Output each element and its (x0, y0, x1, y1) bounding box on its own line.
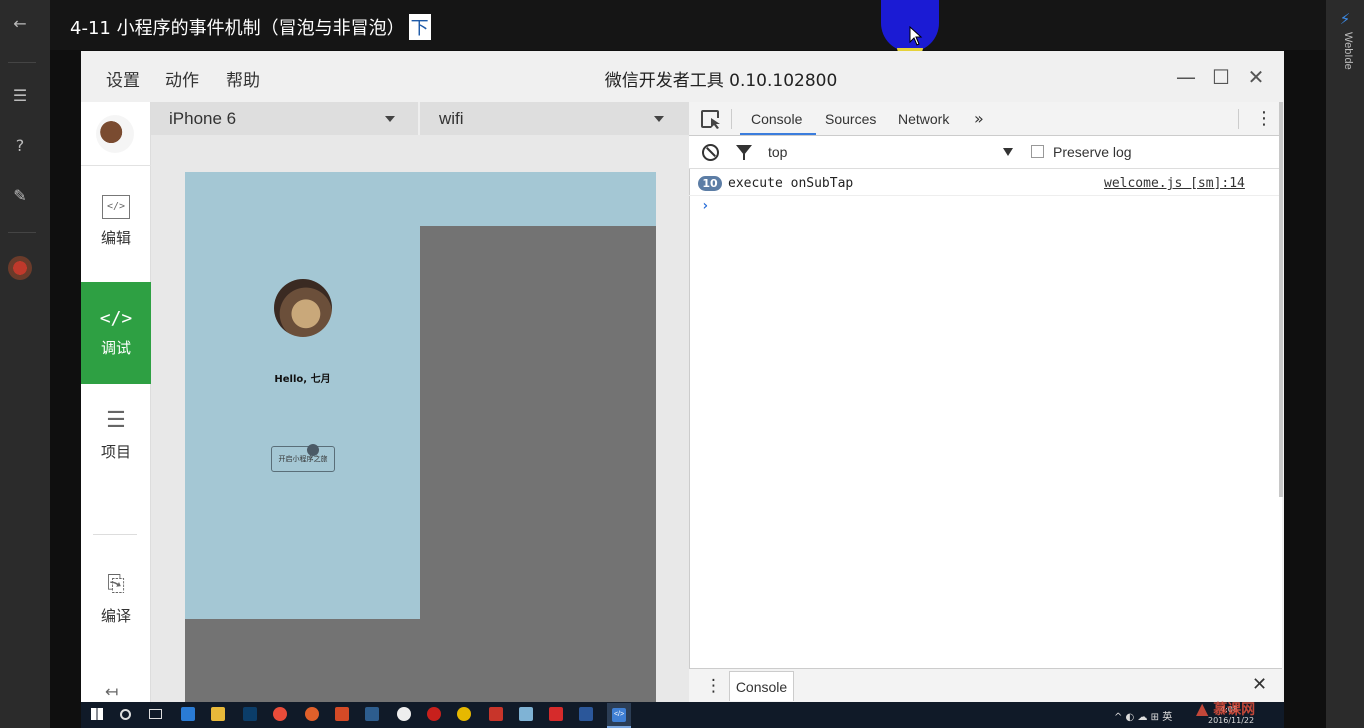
app-title: 微信开发者工具 0.10.102800 (604, 71, 838, 91)
webide-logo-icon[interactable]: ⚡ (1336, 10, 1354, 28)
list-icon: ☰ (106, 408, 126, 433)
windows-taskbar (81, 702, 1284, 728)
help-icon[interactable]: ? (10, 136, 30, 156)
minimize-icon[interactable]: — (1173, 64, 1199, 90)
nav-label-project: 项目 (100, 443, 131, 461)
menu-help[interactable]: 帮助 (226, 66, 260, 91)
recorder-icon[interactable] (427, 707, 441, 721)
video-title: 4-11 小程序的事件机制（冒泡与非冒泡）下 (70, 14, 431, 40)
nav-item-edit[interactable]: </> 编辑 (81, 195, 151, 248)
edge-icon[interactable] (181, 707, 195, 721)
watermark-logo: ▲ 慕课网 (1196, 699, 1278, 721)
code-editor-icon: </> (102, 195, 130, 219)
log-repeat-count-badge: 10 (698, 176, 722, 191)
tab-network[interactable]: Network (898, 111, 949, 127)
preserve-log-checkbox[interactable] (1031, 145, 1044, 158)
preserve-log-label[interactable]: Preserve log (1053, 144, 1132, 160)
edit-icon[interactable]: ✎ (10, 186, 30, 206)
menu-settings[interactable]: 设置 (106, 66, 140, 91)
drawer-tab-console[interactable]: Console (729, 671, 794, 701)
compile-icon: ⎘ (107, 572, 125, 597)
flame-icon: ▲ (1196, 699, 1209, 718)
word-icon[interactable] (579, 707, 593, 721)
filter-icon-stem (743, 154, 745, 160)
active-tab-indicator (740, 133, 816, 135)
log-message: execute onSubTap (728, 176, 854, 191)
context-select[interactable]: top (768, 144, 787, 160)
collapse-icon[interactable]: ↤ (105, 682, 118, 701)
nav-item-project[interactable]: ☰ 项目 (81, 408, 151, 462)
nav-label-edit: 编辑 (100, 229, 131, 247)
nav-divider (81, 165, 151, 166)
tab-divider (1238, 109, 1239, 129)
video-title-text: 4-11 小程序的事件机制（冒泡与非冒泡） (70, 18, 405, 39)
chevron-down-icon[interactable] (654, 116, 664, 122)
close-icon[interactable]: ✕ (1243, 64, 1269, 90)
nav-item-debug-content[interactable]: </> 调试 (81, 308, 151, 358)
wechat-devtools-icon[interactable]: </> (612, 708, 626, 722)
sidebar-divider (8, 62, 36, 63)
cursor-arrow-icon (711, 118, 720, 129)
toolbar-divider (418, 102, 420, 135)
back-icon[interactable]: ← (10, 14, 30, 34)
webide-label[interactable]: WebIde (1336, 32, 1354, 70)
app-icon[interactable] (519, 707, 533, 721)
menu-icon[interactable]: ☰ (10, 86, 30, 106)
app-icon[interactable] (457, 707, 471, 721)
app-icon[interactable] (489, 707, 503, 721)
tab-console[interactable]: Console (751, 111, 802, 127)
player-right-sidebar (1326, 0, 1364, 728)
console-prompt[interactable]: › (701, 198, 709, 214)
nav-divider (93, 534, 137, 535)
nav-label-debug: 调试 (100, 339, 131, 357)
code-icon: </> (99, 308, 133, 329)
nav-label-compile: 编译 (100, 607, 131, 625)
system-tray[interactable]: ^ ◐ ☁ ⊞ 英 (1114, 708, 1172, 723)
user-avatar[interactable] (8, 256, 32, 280)
text-selection-highlight: 下 (408, 14, 431, 40)
qq-icon[interactable] (397, 707, 411, 721)
greeting-text: Hello, 七月 (274, 374, 331, 385)
chevron-down-icon[interactable] (1003, 148, 1013, 156)
phone-page[interactable] (185, 172, 420, 619)
device-select[interactable]: iPhone 6 (169, 102, 409, 135)
tab-sources[interactable]: Sources (825, 111, 876, 127)
start-journey-button[interactable]: 开启小程序之旅 (271, 446, 335, 472)
windows-start-icon[interactable] (91, 708, 103, 720)
chrome-icon[interactable] (273, 707, 287, 721)
profile-avatar[interactable] (96, 115, 134, 153)
mouse-pointer-icon (909, 26, 923, 46)
more-tabs-icon[interactable]: » (974, 109, 984, 128)
menu-actions[interactable]: 动作 (165, 66, 199, 91)
powerpoint-icon[interactable] (335, 707, 349, 721)
search-icon[interactable] (120, 709, 131, 720)
console-scrollbar[interactable] (1279, 102, 1283, 497)
network-select[interactable]: wifi (439, 102, 669, 135)
tab-divider (731, 109, 732, 129)
photoshop-icon[interactable] (243, 707, 257, 721)
cat-avatar-image (274, 279, 332, 337)
chevron-down-icon[interactable] (385, 116, 395, 122)
close-drawer-icon[interactable]: ✕ (1252, 674, 1267, 695)
watermark-text: 慕课网 (1213, 702, 1256, 718)
sidebar-divider (8, 232, 36, 233)
phone-navbar (420, 172, 656, 226)
maximize-icon[interactable]: ☐ (1208, 64, 1234, 90)
devtools-menu-icon[interactable]: ⋮ (1255, 108, 1273, 129)
file-explorer-icon[interactable] (211, 707, 225, 721)
player-left-sidebar (0, 0, 50, 728)
nav-item-compile[interactable]: ⎘ 编译 (81, 572, 151, 626)
app-icon[interactable] (305, 707, 319, 721)
task-view-icon[interactable] (149, 709, 162, 719)
app-icon[interactable] (549, 707, 563, 721)
touch-indicator (307, 444, 319, 456)
drawer-menu-icon[interactable]: ⋮ (705, 676, 722, 696)
webstorm-icon[interactable] (365, 707, 379, 721)
log-source-link[interactable]: welcome.js [sm]:14 (1104, 176, 1245, 191)
